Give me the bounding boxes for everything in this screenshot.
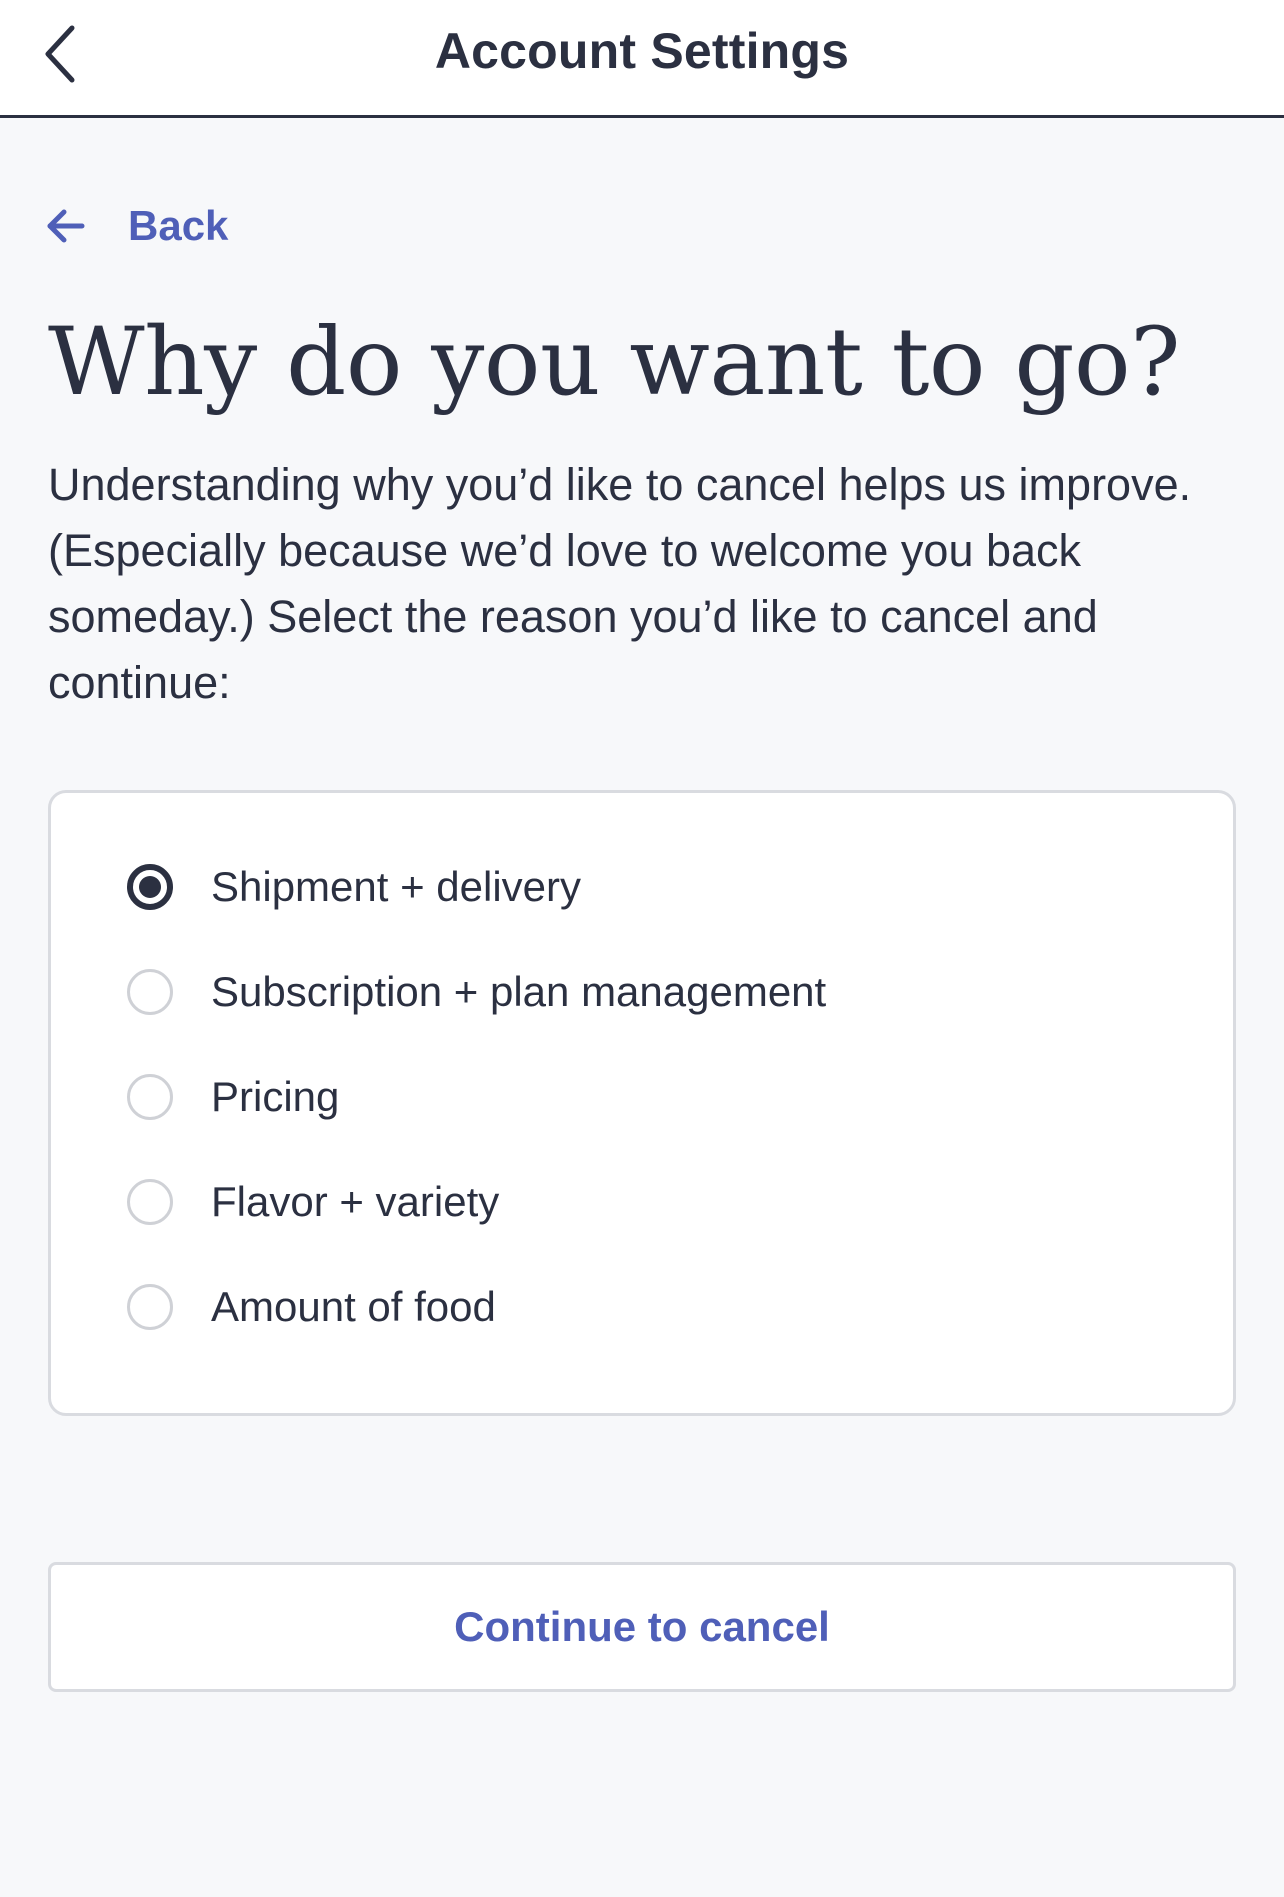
reason-option-shipment-delivery[interactable]: Shipment + delivery [127, 847, 581, 927]
radio-button[interactable] [127, 1074, 173, 1120]
reason-option-flavor-variety[interactable]: Flavor + variety [127, 1162, 499, 1242]
navigation-bar: Account Settings [0, 0, 1284, 118]
reasons-card: Shipment + delivery Subscription + plan … [48, 790, 1236, 1416]
reason-option-label: Amount of food [211, 1283, 496, 1330]
reason-option-label: Subscription + plan management [211, 968, 827, 1015]
page-description: Understanding why you’d like to cancel h… [48, 459, 1192, 708]
radio-button[interactable] [127, 1179, 173, 1225]
reason-option-label: Flavor + variety [211, 1178, 500, 1225]
reason-option-pricing[interactable]: Pricing [127, 1057, 339, 1137]
radio-button[interactable] [127, 969, 173, 1015]
back-link-label: Back [128, 202, 229, 249]
page-title: Why do you want to go? [48, 308, 1181, 417]
back-link[interactable]: Back [46, 196, 228, 256]
reason-option-label: Pricing [211, 1073, 340, 1120]
reason-option-amount-of-food[interactable]: Amount of food [127, 1267, 496, 1347]
continue-to-cancel-button[interactable]: Continue to cancel [48, 1562, 1236, 1692]
radio-button-checked[interactable] [127, 864, 173, 910]
reason-option-label: Shipment + delivery [211, 863, 582, 910]
arrow-left-icon [46, 205, 88, 247]
radio-button[interactable] [127, 1284, 173, 1330]
nav-title: Account Settings [434, 23, 850, 79]
reason-option-subscription-plan[interactable]: Subscription + plan management [127, 952, 826, 1032]
